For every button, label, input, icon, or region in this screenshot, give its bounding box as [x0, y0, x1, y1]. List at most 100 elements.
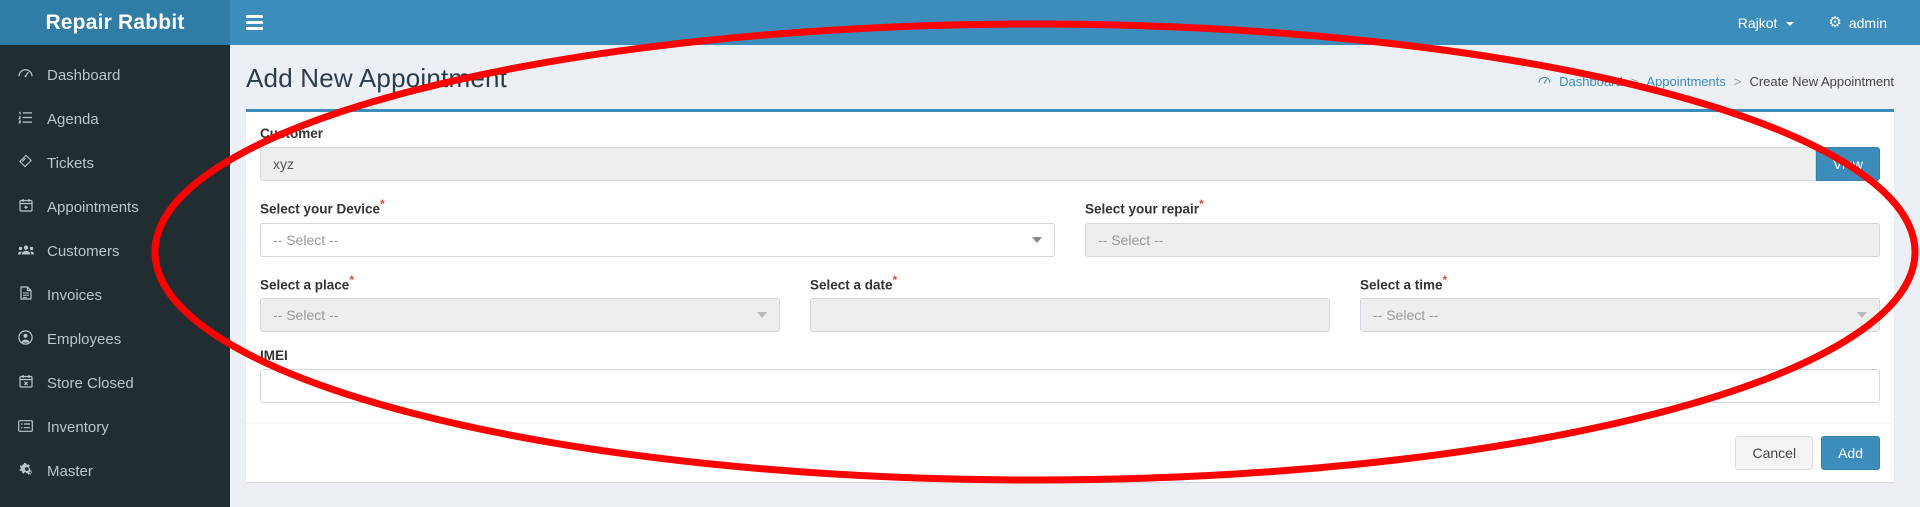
sidebar-item-master[interactable]: Master	[0, 449, 230, 493]
hamburger-bar	[245, 27, 263, 30]
repair-select-value: -- Select --	[1098, 231, 1164, 248]
sidebar-item-label: Store Closed	[47, 374, 134, 392]
cogs-icon	[15, 462, 36, 480]
ticket-icon	[15, 154, 36, 172]
breadcrumb-item-current: Create New Appointment	[1749, 74, 1894, 89]
breadcrumb: Dashboard > Appointments > Create New Ap…	[1538, 74, 1894, 94]
top-navbar-right: Rajkot ⚙ admin	[1723, 0, 1920, 45]
form-row-device-repair: Select your Device* -- Select -- Select …	[260, 197, 1880, 257]
users-icon	[15, 243, 36, 260]
sidebar-item-customers[interactable]: Customers	[0, 229, 230, 273]
field-customer: Customer xyz View	[260, 126, 1880, 181]
sidebar-item-label: Agenda	[47, 110, 99, 128]
form-row-imei: IMEI	[260, 348, 1880, 403]
sidebar-item-label: Appointments	[47, 198, 139, 216]
time-select[interactable]: -- Select --	[1360, 298, 1880, 332]
sidebar-item-label: Inventory	[47, 418, 109, 436]
breadcrumb-item-appointments[interactable]: Appointments	[1646, 74, 1726, 89]
file-text-icon	[15, 286, 36, 304]
form-footer: Cancel Add	[246, 423, 1894, 482]
sidebar-item-employees[interactable]: Employees	[0, 317, 230, 361]
chevron-down-icon	[757, 312, 767, 318]
required-asterisk: *	[892, 272, 898, 287]
date-input[interactable]	[810, 298, 1330, 332]
list-alt-icon	[15, 419, 36, 436]
required-asterisk: *	[380, 197, 385, 211]
brand-logo[interactable]: Repair Rabbit	[0, 0, 230, 45]
dashboard-icon	[15, 67, 36, 84]
top-navbar: Rajkot ⚙ admin	[230, 0, 1920, 45]
brand-title: Repair Rabbit	[45, 10, 185, 34]
user-menu[interactable]: ⚙ admin	[1813, 0, 1902, 45]
breadcrumb-separator: >	[1733, 74, 1742, 89]
view-customer-button[interactable]: View	[1815, 147, 1880, 181]
calendar-times-icon	[15, 374, 36, 392]
sidebar-item-label: Employees	[47, 330, 122, 348]
customer-input-group: xyz View	[260, 147, 1880, 181]
device-select[interactable]: -- Select --	[260, 222, 1055, 257]
calendar-plus-icon	[15, 198, 36, 216]
place-select-value: -- Select --	[273, 307, 339, 323]
field-imei: IMEI	[260, 348, 1880, 403]
content-area: Add New Appointment Dashboard > Appointm…	[230, 45, 1920, 507]
breadcrumb-separator: >	[1630, 74, 1639, 89]
customer-label: Customer	[260, 126, 324, 141]
customer-input[interactable]: xyz	[260, 147, 1816, 181]
sidebar-item-dashboard[interactable]: Dashboard	[0, 53, 230, 97]
form-row-place-date-time: Select a place* -- Select -- Select a da…	[260, 273, 1880, 332]
add-button[interactable]: Add	[1821, 436, 1880, 470]
required-asterisk: *	[1442, 272, 1448, 287]
field-device: Select your Device* -- Select --	[260, 197, 1055, 257]
sidebar-item-inventory[interactable]: Inventory	[0, 405, 230, 449]
repair-select[interactable]: -- Select --	[1085, 222, 1880, 257]
date-label: Select a date*	[810, 273, 1330, 293]
required-asterisk: *	[1199, 197, 1204, 211]
device-select-value: -- Select --	[273, 231, 339, 248]
chevron-down-icon	[1857, 312, 1867, 318]
place-label: Select a place*	[260, 273, 780, 293]
sidebar-item-label: Customers	[47, 242, 120, 260]
repair-label-text: Select your repair	[1085, 201, 1200, 217]
location-label: Rajkot	[1737, 14, 1778, 31]
field-date: Select a date*	[810, 273, 1330, 332]
sidebar-item-label: Dashboard	[47, 66, 121, 84]
sidebar-item-store-closed[interactable]: Store Closed	[0, 361, 230, 405]
imei-label: IMEI	[260, 348, 288, 363]
dashboard-icon	[1538, 74, 1551, 89]
user-circle-icon	[15, 329, 36, 349]
sidebar-item-appointments[interactable]: Appointments	[0, 185, 230, 229]
place-select[interactable]: -- Select --	[260, 298, 780, 332]
time-label-text: Select a time	[1360, 277, 1443, 292]
form-row-customer: Customer xyz View	[260, 126, 1880, 181]
appointment-form-card: Customer xyz View Select your Device* --…	[246, 109, 1894, 482]
cancel-button[interactable]: Cancel	[1735, 436, 1814, 470]
page-header: Add New Appointment Dashboard > Appointm…	[230, 45, 1920, 94]
place-label-text: Select a place	[260, 277, 350, 292]
device-label-text: Select your Device	[260, 201, 381, 217]
date-label-text: Select a date	[810, 277, 893, 292]
gear-icon: ⚙	[1828, 14, 1842, 31]
hamburger-icon[interactable]	[230, 0, 278, 45]
hamburger-bar	[245, 15, 263, 18]
repair-label: Select your repair*	[1085, 197, 1880, 217]
sidebar-item-label: Tickets	[47, 154, 94, 172]
sidebar-item-agenda[interactable]: Agenda	[0, 97, 230, 141]
sidebar-item-tickets[interactable]: Tickets	[0, 141, 230, 185]
field-place: Select a place* -- Select --	[260, 273, 780, 332]
location-dropdown[interactable]: Rajkot	[1723, 0, 1810, 45]
app-root: Repair Rabbit Rajkot ⚙ admin Dashboard A…	[0, 0, 1920, 507]
chevron-down-icon	[1786, 21, 1795, 26]
imei-input[interactable]	[260, 369, 1880, 403]
device-label: Select your Device*	[260, 197, 1055, 217]
breadcrumb-item-dashboard[interactable]: Dashboard	[1559, 74, 1623, 89]
hamburger-bar	[245, 21, 263, 24]
list-ol-icon	[15, 111, 36, 128]
sidebar-item-label: Master	[47, 462, 93, 480]
form-body: Customer xyz View Select your Device* --…	[246, 112, 1894, 423]
sidebar-item-invoices[interactable]: Invoices	[0, 273, 230, 317]
page-title: Add New Appointment	[246, 63, 508, 93]
field-repair: Select your repair* -- Select --	[1085, 197, 1880, 257]
time-label: Select a time*	[1360, 273, 1880, 293]
top-bar: Repair Rabbit Rajkot ⚙ admin	[0, 0, 1920, 45]
required-asterisk: *	[349, 272, 354, 287]
